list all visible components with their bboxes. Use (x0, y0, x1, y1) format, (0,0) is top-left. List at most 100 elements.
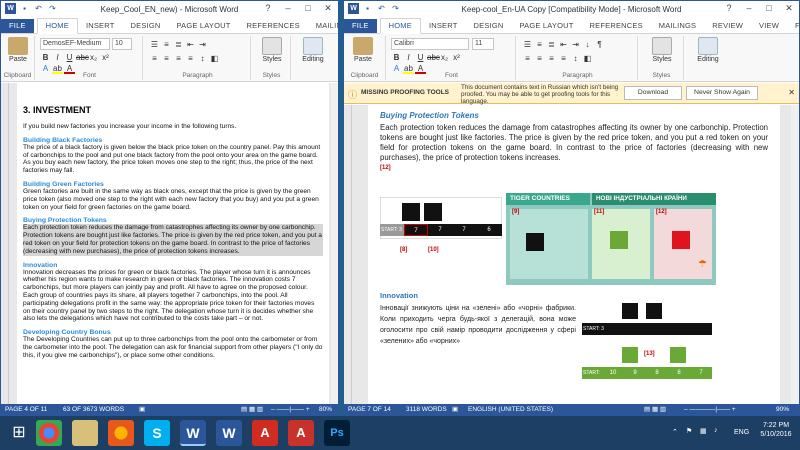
word-taskbar-icon-2[interactable]: W (216, 420, 242, 446)
page-count[interactable]: PAGE 4 OF 11 (5, 404, 47, 415)
tab-mailings[interactable]: MAILINGS (308, 19, 338, 33)
line-spacing-icon[interactable]: ↕ (570, 53, 581, 64)
tab-references[interactable]: REFERENCES (582, 19, 651, 33)
tab-page-layout[interactable]: PAGE LAYOUT (512, 19, 582, 33)
file-explorer-icon[interactable] (72, 420, 98, 446)
maximize-button[interactable]: □ (298, 1, 318, 16)
word-count[interactable]: 63 OF 3673 WORDS (63, 404, 124, 415)
font-name-combo[interactable]: Calibri (391, 38, 469, 50)
editing-button[interactable]: Editing (688, 37, 728, 63)
zoom-level[interactable]: 80% (319, 404, 332, 415)
start-button-icon[interactable]: ⊞ (6, 420, 32, 446)
document-page[interactable]: Buying Protection Tokens Each protection… (368, 105, 780, 404)
bold-button[interactable]: B (40, 52, 51, 63)
increase-indent-icon[interactable]: ⇥ (570, 39, 581, 50)
tab-references[interactable]: REFERENCES (239, 19, 308, 33)
align-center-icon[interactable]: ≡ (161, 53, 172, 64)
font-name-combo[interactable]: DemosEF-Medium (40, 38, 110, 50)
align-left-icon[interactable]: ≡ (522, 53, 533, 64)
justify-icon[interactable]: ≡ (558, 53, 569, 64)
italic-button[interactable]: I (52, 52, 63, 63)
subscript-button[interactable]: x₂ (439, 52, 450, 63)
strikethrough-button[interactable]: abc (427, 52, 440, 63)
flag-icon[interactable]: ⚑ (686, 427, 692, 435)
view-buttons[interactable]: ▤ ▦ ▥ (241, 404, 263, 415)
page-count[interactable]: PAGE 7 OF 14 (348, 404, 391, 415)
italic-button[interactable]: I (403, 52, 414, 63)
sort-icon[interactable]: ↓ (582, 39, 593, 50)
view-buttons[interactable]: ▤ ▦ ▥ (644, 404, 666, 415)
align-left-icon[interactable]: ≡ (149, 53, 160, 64)
justify-icon[interactable]: ≡ (185, 53, 196, 64)
tab-insert[interactable]: INSERT (421, 19, 466, 33)
tab-home[interactable]: HOME (36, 18, 78, 34)
tab-design[interactable]: DESIGN (123, 19, 169, 33)
tab-mailings[interactable]: MAILINGS (651, 19, 704, 33)
styles-button[interactable]: Styles (258, 37, 286, 63)
tab-review[interactable]: REVIEW (704, 19, 751, 33)
shading-icon[interactable]: ◧ (582, 53, 593, 64)
line-spacing-icon[interactable]: ↕ (197, 53, 208, 64)
language-indicator[interactable]: ENGLISH (UNITED STATES) (468, 404, 553, 415)
numbering-icon[interactable]: ≡ (161, 39, 172, 50)
align-right-icon[interactable]: ≡ (546, 53, 557, 64)
tab-form[interactable]: FORM (787, 19, 799, 33)
tab-view[interactable]: VIEW (751, 19, 787, 33)
help-icon[interactable]: ? (719, 1, 739, 16)
shading-icon[interactable]: ◧ (209, 53, 220, 64)
language-indicator[interactable]: ENG (734, 429, 749, 436)
align-right-icon[interactable]: ≡ (173, 53, 184, 64)
vertical-scrollbar[interactable] (331, 83, 338, 404)
show-marks-icon[interactable]: ¶ (594, 39, 605, 50)
underline-button[interactable]: U (415, 52, 426, 63)
tab-file[interactable]: FILE (344, 19, 377, 33)
multilevel-list-icon[interactable]: ≣ (173, 39, 184, 50)
zoom-slider[interactable]: – ——|—— + (271, 404, 310, 415)
tab-design[interactable]: DESIGN (466, 19, 512, 33)
clock[interactable]: 7:22 PM 5/10/2016 (756, 422, 796, 438)
document-page[interactable]: 3. INVESTMENT If you build new factories… (17, 83, 329, 404)
tab-page-layout[interactable]: PAGE LAYOUT (169, 19, 239, 33)
underline-button[interactable]: U (64, 52, 75, 63)
superscript-button[interactable]: x² (451, 52, 462, 63)
close-icon[interactable]: ✕ (788, 88, 795, 97)
paste-button[interactable]: Paste (4, 37, 32, 63)
proofing-icon[interactable]: ▣ (452, 404, 458, 415)
chrome-icon[interactable] (36, 420, 62, 446)
maximize-button[interactable]: □ (759, 1, 779, 16)
font-size-combo[interactable]: 11 (472, 38, 494, 50)
tab-home[interactable]: HOME (379, 18, 421, 34)
minimize-button[interactable]: – (739, 1, 759, 16)
firefox-icon[interactable] (108, 420, 134, 446)
tray-chevron-icon[interactable]: ⌃ (672, 428, 678, 436)
zoom-level[interactable]: 90% (776, 404, 789, 415)
multilevel-list-icon[interactable]: ≣ (546, 39, 557, 50)
help-icon[interactable]: ? (258, 1, 278, 16)
photoshop-icon[interactable]: Ps (324, 420, 350, 446)
styles-button[interactable]: Styles (647, 37, 677, 63)
download-button[interactable]: Download (624, 86, 682, 100)
strikethrough-button[interactable]: abc (76, 52, 89, 63)
word-count[interactable]: 3118 WORDS (406, 404, 447, 415)
increase-indent-icon[interactable]: ⇥ (197, 39, 208, 50)
never-show-again-button[interactable]: Never Show Again (686, 86, 758, 100)
decrease-indent-icon[interactable]: ⇤ (558, 39, 569, 50)
vertical-scrollbar[interactable] (791, 105, 799, 404)
bullets-icon[interactable]: ☰ (149, 39, 160, 50)
minimize-button[interactable]: – (278, 1, 298, 16)
word-taskbar-icon[interactable]: W (180, 420, 206, 446)
bold-button[interactable]: B (391, 52, 402, 63)
acrobat-icon[interactable]: A (252, 420, 278, 446)
volume-icon[interactable]: ♪ (714, 427, 718, 434)
close-button[interactable]: ✕ (318, 1, 338, 16)
tab-file[interactable]: FILE (1, 19, 34, 33)
network-icon[interactable]: ▦ (700, 427, 707, 435)
tab-insert[interactable]: INSERT (78, 19, 123, 33)
zoom-slider[interactable]: – ————|—— + (684, 404, 736, 415)
font-size-combo[interactable]: 10 (112, 38, 132, 50)
skype-icon[interactable]: S (144, 420, 170, 446)
paste-button[interactable]: Paste (348, 37, 378, 63)
numbering-icon[interactable]: ≡ (534, 39, 545, 50)
subscript-button[interactable]: x₂ (88, 52, 99, 63)
pdf-reader-icon[interactable]: A (288, 420, 314, 446)
